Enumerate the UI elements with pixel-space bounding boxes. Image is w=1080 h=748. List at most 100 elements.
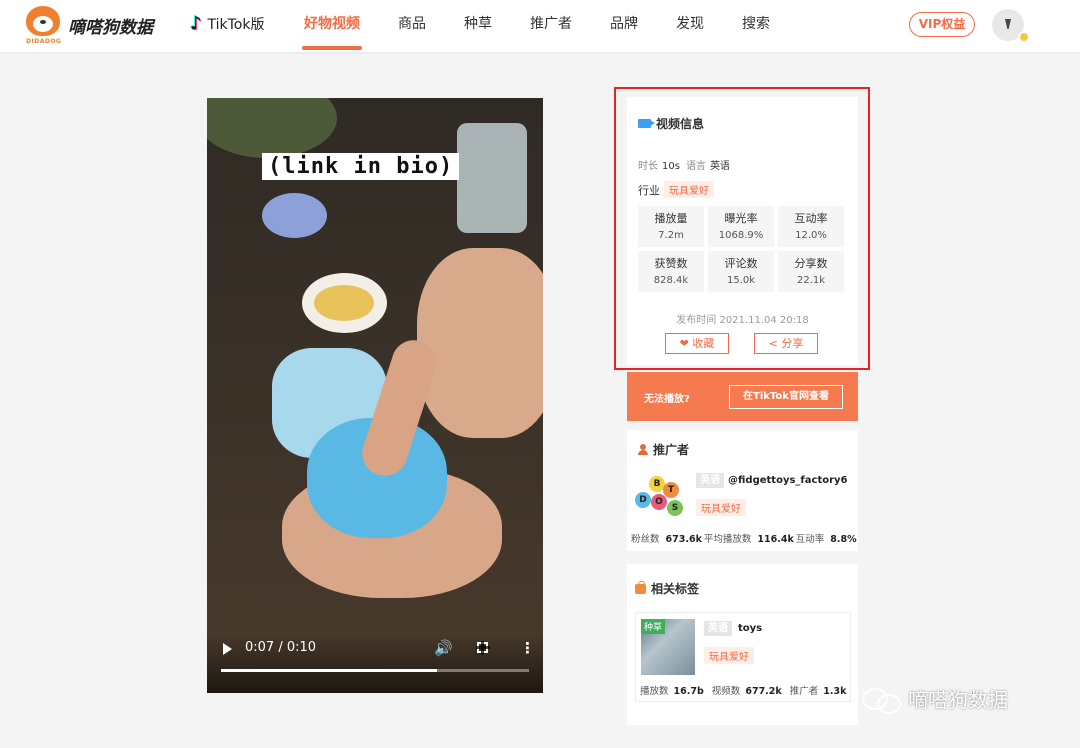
- duration-label: 时长: [638, 161, 658, 172]
- nav-item-brands[interactable]: 品牌: [596, 0, 652, 52]
- industry-label: 行业: [638, 183, 660, 197]
- stat-label: 互动率: [794, 212, 828, 225]
- video-scene: [417, 248, 543, 438]
- seeding-badge: 种草: [641, 619, 666, 634]
- video-player[interactable]: (link in bio) 0:07 / 0:10 🔊 ⋮: [207, 98, 543, 693]
- video-progress-bar[interactable]: [221, 669, 529, 672]
- duration-value: 10s: [662, 161, 680, 172]
- video-stats-grid: 播放量 7.2m 曝光率 1068.9% 互动率 12.0% 获赞数 828.4k 评论…: [638, 206, 844, 292]
- nav-item-good-videos[interactable]: 好物视频: [290, 0, 374, 52]
- video-time: 0:07 / 0:10: [245, 640, 317, 655]
- share-label: 分享: [781, 337, 804, 350]
- tag-plays-value: 16.7b: [673, 686, 704, 697]
- avatar-letter: T: [663, 482, 679, 498]
- promoter-language-tag: 英语: [696, 473, 724, 488]
- tag-bag-icon: [635, 580, 646, 594]
- stat-label: 曝光率: [724, 212, 758, 225]
- tag-stats: 播放数 16.7b 视频数 677.2k 推广者 1.3k: [640, 683, 854, 697]
- stat-label: 评论数: [724, 257, 758, 270]
- view-on-tiktok-button[interactable]: 在TikTok官网查看: [729, 385, 843, 409]
- tag-industry-tag[interactable]: 玩具爱好: [704, 647, 754, 664]
- volume-icon[interactable]: 🔊: [434, 639, 453, 657]
- tiktok-version-label: TikTok版: [207, 17, 265, 33]
- stat-plays: 播放量 7.2m: [638, 206, 704, 247]
- nav-item-discover[interactable]: 发现: [662, 0, 718, 52]
- play-icon[interactable]: [223, 643, 232, 655]
- tag-name[interactable]: toys: [738, 623, 762, 634]
- promoter-avatar[interactable]: B T D O S: [633, 476, 685, 524]
- share-icon: <: [768, 337, 778, 350]
- tag-card[interactable]: 种草 英语 toys 玩具爱好 播放数 16.7b 视频数 677.2k 推广者 1…: [635, 612, 851, 702]
- promoter-industry: 玩具爱好: [696, 497, 746, 516]
- logo-face: [26, 6, 60, 36]
- avg-play-value: 116.4k: [757, 534, 794, 545]
- logo-text: DIDADOG: [26, 38, 62, 45]
- tag-thumbnail: 种草: [641, 619, 695, 675]
- avatar-letter: O: [651, 494, 667, 510]
- avatar-letter: D: [635, 492, 651, 508]
- watermark: 嘀嗒狗数据: [862, 684, 1008, 714]
- promoter-title-text: 推广者: [653, 443, 690, 457]
- fans-value: 673.6k: [665, 534, 702, 545]
- video-info-title: 视频信息: [638, 115, 704, 132]
- language-value: 英语: [709, 161, 730, 172]
- fans-label: 粉丝数: [631, 534, 660, 545]
- industry-tag[interactable]: 玩具爱好: [664, 181, 714, 198]
- video-meta: 时长 10s 语言 英语: [638, 157, 736, 172]
- video-scene: [262, 193, 327, 238]
- person-icon: [638, 444, 648, 455]
- promoter-name-row: 英语 @fidgettoys_factory6: [696, 473, 848, 488]
- tag-plays-label: 播放数: [640, 686, 669, 697]
- video-info-title-text: 视频信息: [656, 117, 705, 131]
- video-progress-fill: [221, 669, 437, 672]
- tiktok-icon: ♪: [190, 13, 202, 34]
- stat-value: 828.4k: [653, 275, 689, 286]
- related-tags-title-text: 相关标签: [651, 582, 700, 596]
- promoter-handle[interactable]: @fidgettoys_factory6: [728, 475, 848, 486]
- cannot-play-bar: 无法播放? 在TikTok官网查看: [627, 372, 858, 421]
- video-scene: [457, 123, 527, 233]
- tag-promoters-label: 推广者: [789, 686, 819, 697]
- engagement-value: 8.8%: [830, 534, 857, 545]
- promoter-title: 推广者: [638, 441, 689, 458]
- stat-value: 22.1k: [796, 275, 826, 286]
- tag-videos-value: 677.2k: [745, 686, 782, 697]
- favorite-button[interactable]: ❤ 收藏: [665, 333, 729, 354]
- engagement-label: 互动率: [795, 534, 825, 545]
- vip-button[interactable]: VIP权益: [909, 12, 975, 37]
- nav-item-seeding[interactable]: 种草: [450, 0, 506, 52]
- stat-label: 分享数: [794, 257, 828, 270]
- video-scene: [207, 98, 337, 158]
- top-nav-bar: DIDADOG 嘀嗒狗数据 ♪ TikTok版 好物视频 商品 种草 推广者 品…: [0, 0, 1080, 52]
- promoter-industry-tag[interactable]: 玩具爱好: [696, 499, 746, 516]
- avg-play-label: 平均播放数: [703, 534, 752, 545]
- stat-value: 15.0k: [726, 275, 756, 286]
- dog-logo-icon[interactable]: DIDADOG: [26, 6, 61, 45]
- stat-label: 获赞数: [654, 257, 688, 270]
- stat-exposure: 曝光率 1068.9%: [708, 206, 774, 247]
- nav-item-search[interactable]: 搜索: [728, 0, 784, 52]
- more-options-icon[interactable]: ⋮: [520, 639, 535, 657]
- brand-name[interactable]: 嘀嗒狗数据: [68, 13, 153, 38]
- stat-likes: 获赞数 828.4k: [638, 251, 704, 292]
- share-button[interactable]: < 分享: [754, 333, 818, 354]
- cannot-play-text: 无法播放?: [644, 394, 690, 405]
- nav-item-products[interactable]: 商品: [384, 0, 440, 52]
- promoter-stats: 粉丝数 673.6k 平均播放数 116.4k 互动率 8.8%: [631, 531, 859, 545]
- watermark-text: 嘀嗒狗数据: [908, 688, 1008, 712]
- publish-time: 发布时间 2021.11.04 20:18: [676, 315, 809, 326]
- video-controls: 0:07 / 0:10 🔊 ⋮: [207, 633, 543, 693]
- tag-promoters-value: 1.3k: [823, 686, 847, 697]
- stat-label: 播放量: [654, 212, 688, 225]
- tiktok-version-link[interactable]: ♪ TikTok版: [190, 14, 264, 34]
- stat-value: 12.0%: [795, 230, 827, 241]
- stat-engagement: 互动率 12.0%: [778, 206, 844, 247]
- fullscreen-icon[interactable]: [476, 641, 490, 655]
- related-tags-title: 相关标签: [635, 580, 699, 597]
- video-scene: [314, 285, 374, 321]
- tag-videos-label: 视频数: [711, 686, 741, 697]
- stat-value: 1068.9%: [718, 230, 764, 241]
- main-nav: 好物视频 商品 种草 推广者 品牌 发现 搜索: [290, 0, 794, 52]
- language-label: 语言: [685, 161, 706, 172]
- nav-item-promoters[interactable]: 推广者: [516, 0, 586, 52]
